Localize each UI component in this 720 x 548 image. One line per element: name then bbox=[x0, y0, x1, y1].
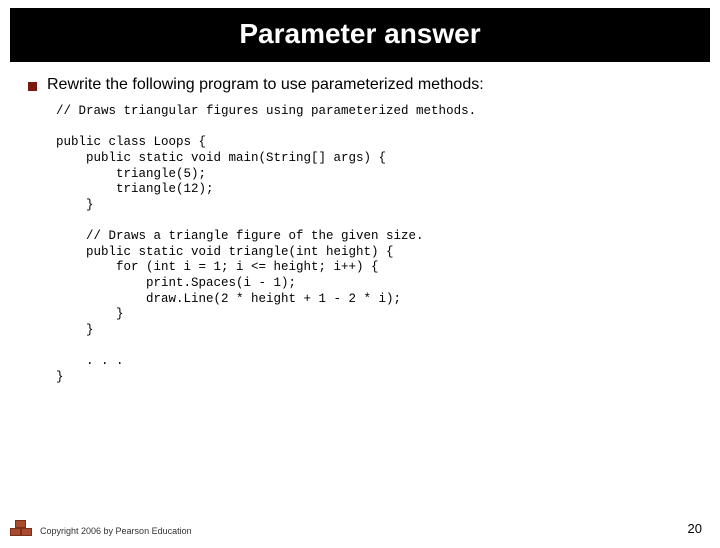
page-number: 20 bbox=[688, 521, 702, 536]
footer: Copyright 2006 by Pearson Education 20 bbox=[0, 518, 720, 536]
bullet-item: Rewrite the following program to use par… bbox=[28, 76, 692, 94]
slide-title: Parameter answer bbox=[10, 8, 710, 62]
footer-left: Copyright 2006 by Pearson Education bbox=[10, 518, 192, 536]
prompt-text: Rewrite the following program to use par… bbox=[47, 76, 484, 94]
copyright-text: Copyright 2006 by Pearson Education bbox=[40, 526, 192, 536]
code-block: // Draws triangular figures using parame… bbox=[56, 104, 692, 385]
slide-body: Rewrite the following program to use par… bbox=[0, 62, 720, 385]
bricks-icon bbox=[10, 518, 32, 536]
bullet-icon bbox=[28, 82, 37, 91]
